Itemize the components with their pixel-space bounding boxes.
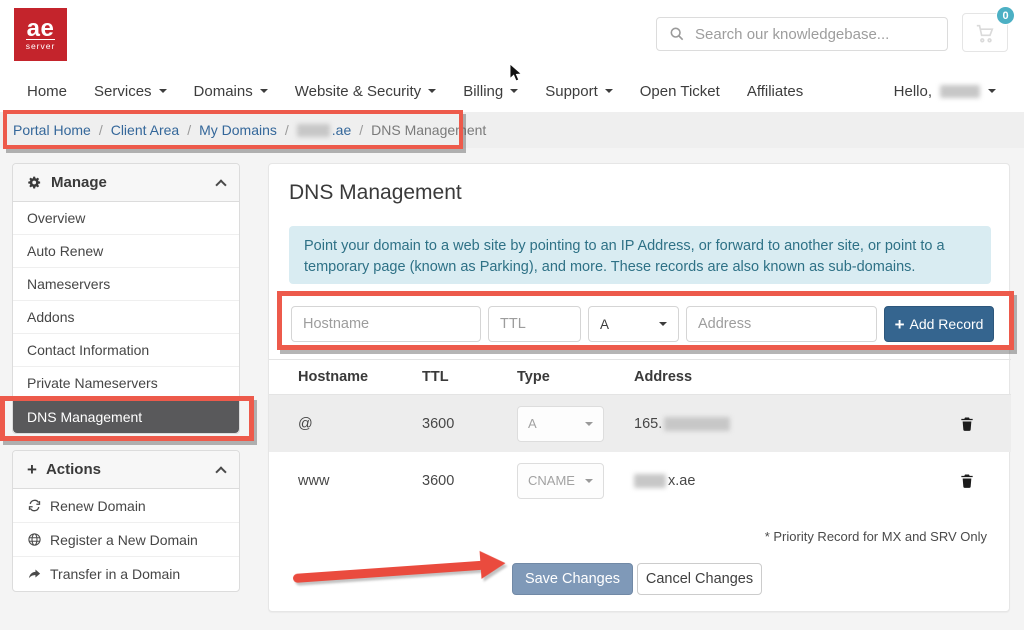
trash-icon: [959, 472, 975, 489]
redacted-domain: [297, 124, 330, 137]
ae-server-logo[interactable]: ae server: [14, 8, 67, 61]
dns-management-page: ae server 0 Home Services Domains: [0, 0, 1024, 630]
redacted-username: [940, 85, 980, 98]
action-renew-domain[interactable]: Renew Domain: [13, 489, 239, 523]
nav-item-website-security[interactable]: Website & Security: [295, 83, 436, 100]
breadcrumb-current: DNS Management: [371, 122, 486, 138]
nav-item-domains[interactable]: Domains: [194, 83, 268, 100]
main-nav: Home Services Domains Website & Security…: [27, 78, 803, 104]
logo-text: ae: [27, 19, 55, 39]
cart-count-badge: 0: [996, 6, 1015, 25]
sidebar-item-nameservers[interactable]: Nameservers: [13, 268, 239, 301]
chevron-up-icon: [215, 466, 226, 477]
search-input[interactable]: [695, 26, 935, 43]
plus-icon: +: [27, 461, 37, 478]
cancel-changes-button[interactable]: Cancel Changes: [637, 563, 762, 595]
manage-panel: Manage Overview Auto Renew Nameservers A…: [12, 163, 240, 434]
action-register-new-domain[interactable]: Register a New Domain: [13, 523, 239, 557]
sidebar-item-addons[interactable]: Addons: [13, 301, 239, 334]
manage-panel-header[interactable]: Manage: [13, 164, 239, 202]
cart-icon: [974, 23, 996, 43]
add-record-button[interactable]: + Add Record: [884, 306, 994, 342]
chevron-down-icon: [659, 322, 667, 326]
save-changes-button[interactable]: Save Changes: [512, 563, 633, 595]
knowledgebase-search: [656, 17, 948, 51]
nav-item-support[interactable]: Support: [545, 83, 613, 100]
nav-item-open-ticket[interactable]: Open Ticket: [640, 83, 720, 100]
redacted-address: [664, 417, 730, 431]
ttl-input[interactable]: [488, 306, 581, 342]
redacted-address: [634, 474, 666, 488]
refresh-icon: [27, 498, 42, 513]
user-menu[interactable]: Hello,: [894, 78, 996, 104]
breadcrumb-domain[interactable]: .ae: [297, 122, 351, 138]
col-address: Address: [634, 369, 959, 385]
share-arrow-icon: [27, 567, 42, 582]
dns-management-card: DNS Management Point your domain to a we…: [268, 163, 1010, 612]
record-hostname: @: [298, 416, 422, 432]
sidebar-item-auto-renew[interactable]: Auto Renew: [13, 235, 239, 268]
chevron-down-icon: [159, 89, 167, 93]
record-ttl: 3600: [422, 473, 517, 489]
table-header-row: Hostname TTL Type Address: [269, 359, 1011, 395]
nav-item-affiliates[interactable]: Affiliates: [747, 83, 803, 100]
record-address: 165.: [634, 416, 959, 432]
table-row: @ 3600 A 165.: [269, 395, 1011, 452]
chevron-up-icon: [215, 179, 226, 190]
greeting-label: Hello,: [894, 83, 932, 100]
breadcrumb-my-domains[interactable]: My Domains: [199, 122, 277, 138]
delete-record-button[interactable]: [959, 472, 989, 489]
record-type-select[interactable]: A: [517, 406, 604, 442]
col-type: Type: [517, 369, 634, 385]
manage-panel-title: Manage: [51, 174, 107, 191]
trash-icon: [959, 415, 975, 432]
dns-records-table: Hostname TTL Type Address @ 3600 A 165.: [269, 359, 1011, 509]
gear-icon: [27, 175, 42, 190]
chevron-down-icon: [585, 422, 593, 426]
nav-item-services[interactable]: Services: [94, 83, 167, 100]
page-title: DNS Management: [289, 181, 462, 205]
info-message: Point your domain to a web site by point…: [289, 226, 991, 284]
action-transfer-in-domain[interactable]: Transfer in a Domain: [13, 557, 239, 591]
plus-icon: +: [895, 316, 905, 333]
logo-subtext: server: [26, 39, 56, 51]
breadcrumb-portal-home[interactable]: Portal Home: [13, 122, 91, 138]
actions-panel-header[interactable]: + Actions: [13, 451, 239, 489]
chevron-down-icon: [988, 89, 996, 93]
search-icon: [669, 26, 685, 42]
breadcrumb-client-area[interactable]: Client Area: [111, 122, 179, 138]
delete-record-button[interactable]: [959, 415, 989, 432]
col-ttl: TTL: [422, 369, 517, 385]
actions-panel-title: Actions: [46, 461, 101, 478]
table-row: www 3600 CNAME x.ae: [269, 452, 1011, 509]
chevron-down-icon: [260, 89, 268, 93]
sidebar-item-dns-management[interactable]: DNS Management: [13, 400, 239, 433]
address-input[interactable]: [686, 306, 877, 342]
breadcrumb: Portal Home / Client Area / My Domains /…: [0, 112, 1024, 148]
record-ttl: 3600: [422, 416, 517, 432]
nav-item-billing[interactable]: Billing: [463, 83, 518, 100]
hostname-input[interactable]: [291, 306, 481, 342]
chevron-down-icon: [605, 89, 613, 93]
col-hostname: Hostname: [298, 369, 422, 385]
record-address: x.ae: [634, 473, 959, 489]
record-hostname: www: [298, 473, 422, 489]
globe-icon: [27, 532, 42, 547]
sidebar-item-private-nameservers[interactable]: Private Nameservers: [13, 367, 239, 400]
sidebar-item-contact-information[interactable]: Contact Information: [13, 334, 239, 367]
chevron-down-icon: [428, 89, 436, 93]
sidebar-item-overview[interactable]: Overview: [13, 202, 239, 235]
priority-footnote: * Priority Record for MX and SRV Only: [765, 529, 987, 544]
nav-item-home[interactable]: Home: [27, 83, 67, 100]
add-record-form: A + Add Record: [291, 306, 994, 342]
actions-panel: + Actions Renew Domain Register a New Do…: [12, 450, 240, 592]
chevron-down-icon: [510, 89, 518, 93]
record-type-select[interactable]: A: [588, 306, 679, 342]
chevron-down-icon: [585, 479, 593, 483]
cart-button[interactable]: 0: [962, 13, 1008, 52]
record-type-select[interactable]: CNAME: [517, 463, 604, 499]
